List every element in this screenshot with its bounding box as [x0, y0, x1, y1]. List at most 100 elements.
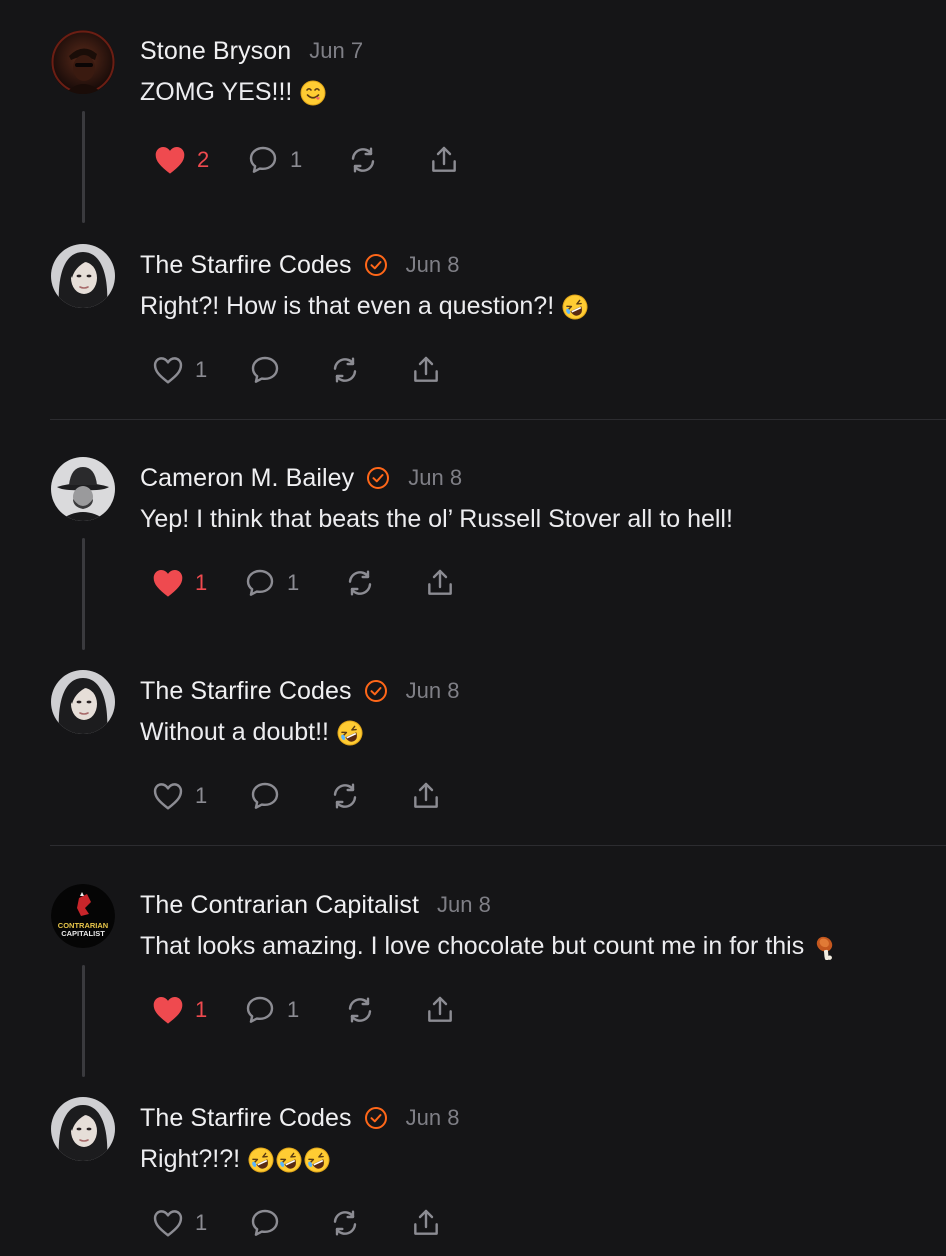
comment-body: That looks amazing. I love chocolate but… — [140, 932, 838, 961]
avatar[interactable] — [51, 1097, 115, 1161]
comment-bubble-icon — [251, 1209, 279, 1236]
restack-icon — [333, 783, 357, 809]
rofl-emoji-icon — [562, 294, 588, 320]
author-name[interactable]: The Starfire Codes — [140, 677, 352, 706]
heart-filled-icon — [153, 570, 183, 597]
verified-badge-icon — [364, 679, 388, 703]
comment-text: Without a doubt!! — [140, 718, 330, 746]
author-name[interactable]: The Starfire Codes — [140, 251, 352, 280]
stone-avatar-icon — [51, 30, 115, 94]
comment-header: Cameron M. Bailey Jun 8 — [140, 461, 462, 495]
comment-date[interactable]: Jun 8 — [408, 465, 462, 491]
comment-date[interactable]: Jun 8 — [406, 252, 460, 278]
like-button[interactable]: 1 — [151, 563, 207, 603]
author-name[interactable]: The Contrarian Capitalist — [140, 891, 419, 920]
share-button[interactable] — [423, 990, 457, 1030]
share-button[interactable] — [423, 563, 457, 603]
verified-badge-icon — [366, 466, 390, 490]
restack-button[interactable] — [346, 140, 380, 180]
like-button[interactable]: 1 — [151, 350, 207, 390]
author-name[interactable]: Stone Bryson — [140, 37, 291, 66]
rofl-emoji-icon — [337, 720, 363, 746]
rofl-emoji-icon — [304, 1147, 330, 1173]
heart-outline-icon — [153, 357, 183, 384]
comment-body: Without a doubt!! — [140, 718, 363, 747]
restack-button[interactable] — [328, 350, 362, 390]
share-icon — [428, 569, 452, 595]
heart-filled-icon — [153, 997, 183, 1024]
avatar[interactable] — [51, 30, 115, 94]
like-count: 2 — [197, 147, 210, 172]
restack-icon — [333, 1210, 357, 1236]
reply-button[interactable] — [248, 1203, 282, 1243]
starfire-avatar-icon — [51, 244, 115, 308]
reply-button[interactable]: 1 — [243, 990, 299, 1030]
restack-button[interactable] — [343, 990, 377, 1030]
yum-emoji-icon — [300, 80, 326, 106]
heart-filled-icon — [155, 147, 185, 174]
starfire-avatar-icon — [51, 1097, 115, 1161]
avatar[interactable] — [51, 457, 115, 521]
verified-badge-icon — [364, 1106, 388, 1130]
comment-bubble-icon — [249, 146, 277, 173]
avatar-logo-text: CAPITALIST — [61, 929, 105, 938]
avatar[interactable] — [51, 244, 115, 308]
heart-outline-icon — [153, 1210, 183, 1237]
comment-body: Right?!?! — [140, 1145, 330, 1174]
restack-button[interactable] — [328, 1203, 362, 1243]
share-icon — [414, 782, 438, 808]
reply-button[interactable]: 1 — [246, 140, 302, 180]
like-button[interactable]: 1 — [151, 1203, 207, 1243]
share-icon — [414, 356, 438, 382]
heart-outline-icon — [153, 783, 183, 810]
comment-text: Right?!?! — [140, 1145, 241, 1173]
share-button[interactable] — [409, 350, 443, 390]
comment-header: The Starfire Codes Jun 8 — [140, 674, 459, 708]
thread-line — [82, 538, 85, 650]
comment-bubble-icon — [246, 996, 274, 1023]
divider — [50, 845, 946, 846]
verified-badge-icon — [364, 253, 388, 277]
restack-button[interactable] — [343, 563, 377, 603]
comment-text: Yep! I think that beats the ol’ Russell … — [140, 505, 733, 533]
comment-date[interactable]: Jun 8 — [406, 678, 460, 704]
rofl-emoji-icon — [248, 1147, 274, 1173]
reply-count: 1 — [290, 147, 303, 172]
like-count: 1 — [195, 997, 208, 1022]
rofl-emoji-icon — [276, 1147, 302, 1173]
like-button[interactable]: 1 — [151, 776, 207, 816]
restack-icon — [348, 997, 372, 1023]
comment-bubble-icon — [251, 356, 279, 383]
like-count: 1 — [195, 1210, 208, 1235]
comment-text: That looks amazing. I love chocolate but… — [140, 932, 805, 960]
comment-date[interactable]: Jun 8 — [437, 892, 491, 918]
comment-date[interactable]: Jun 7 — [309, 38, 363, 64]
divider — [50, 419, 946, 420]
like-button[interactable]: 1 — [151, 990, 207, 1030]
like-count: 1 — [195, 357, 208, 382]
share-icon — [428, 996, 452, 1022]
restack-icon — [348, 570, 372, 596]
share-button[interactable] — [409, 776, 443, 816]
comment-header: The Starfire Codes Jun 8 — [140, 248, 459, 282]
restack-icon — [351, 147, 375, 173]
comment-date[interactable]: Jun 8 — [406, 1105, 460, 1131]
reply-button[interactable] — [248, 776, 282, 816]
like-count: 1 — [195, 570, 208, 595]
share-button[interactable] — [427, 140, 461, 180]
reply-button[interactable]: 1 — [243, 563, 299, 603]
thread-line — [82, 111, 85, 223]
share-button[interactable] — [409, 1203, 443, 1243]
restack-button[interactable] — [328, 776, 362, 816]
comment-body: Right?! How is that even a question?! — [140, 292, 588, 321]
share-icon — [432, 146, 456, 172]
reply-button[interactable] — [248, 350, 282, 390]
comment-body: Yep! I think that beats the ol’ Russell … — [140, 505, 733, 534]
avatar[interactable]: CONTRARIAN CAPITALIST — [51, 884, 115, 948]
like-button[interactable]: 2 — [153, 140, 209, 180]
avatar[interactable] — [51, 670, 115, 734]
author-name[interactable]: Cameron M. Bailey — [140, 464, 354, 493]
cameron-avatar-icon — [51, 457, 115, 521]
thread-line — [82, 965, 85, 1077]
author-name[interactable]: The Starfire Codes — [140, 1104, 352, 1133]
